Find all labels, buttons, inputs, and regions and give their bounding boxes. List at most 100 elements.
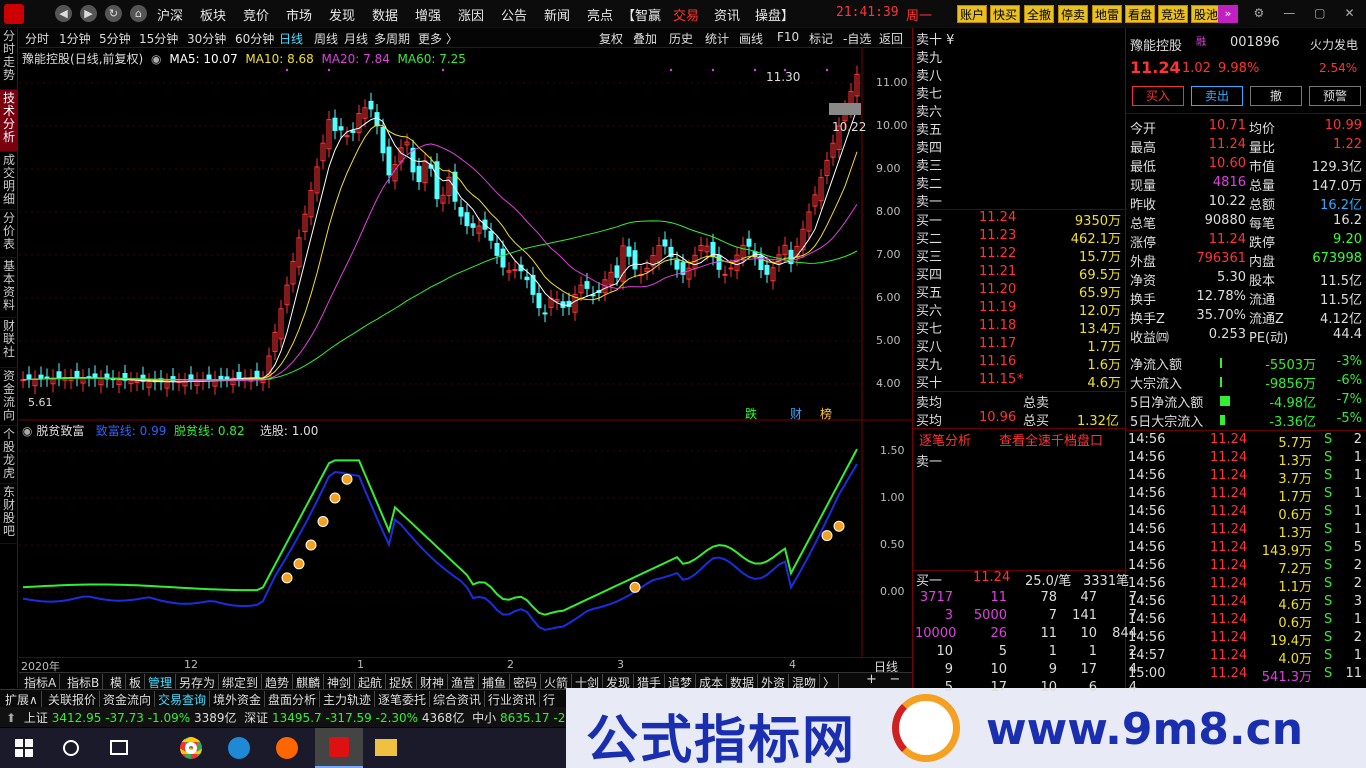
close-icon[interactable]: ✕ [1344,6,1354,22]
menu-item[interactable]: 板块 [200,5,226,24]
chart-tool[interactable]: 复权 [599,30,623,47]
sz-label[interactable]: 深证 [244,711,268,725]
extension-tab[interactable]: 综合资讯 [430,691,486,708]
extension-tab[interactable]: 主力轨迹 [320,691,376,708]
menu-caopan[interactable]: 操盘】 [755,5,794,24]
cancel-button[interactable]: 撤 [1250,86,1302,106]
industry-tag[interactable]: 火力发电 [1310,36,1358,53]
zoom-in-icon[interactable]: + [866,672,877,687]
zoom-out-icon[interactable]: − [889,672,900,687]
buy-level-price[interactable]: 11.21 [979,264,1016,279]
menu-item[interactable]: 新闻 [544,5,570,24]
extension-tab[interactable]: 关联报价 [45,691,101,708]
buy-level-price[interactable]: 11.18 [979,318,1016,333]
more-arrows-button[interactable]: » [1218,5,1238,23]
menu-item[interactable]: 增强 [415,5,441,24]
left-tab[interactable]: 分时走势 [0,28,18,90]
period-tab[interactable]: 60分钟 [235,30,274,47]
tab-tick-analysis[interactable]: 逐笔分析 [919,430,971,449]
preorder-button[interactable]: 预警 [1309,86,1361,106]
chart-tool[interactable]: 统计 [705,30,729,47]
left-tab[interactable]: 个股龙虎 [0,426,18,484]
menu-item[interactable]: 市场 [286,5,312,24]
period-tab[interactable]: 日线 [279,30,303,47]
extension-tab[interactable]: 扩展∧ [2,691,42,708]
extension-tab[interactable]: 行业资讯 [485,691,541,708]
toolbar-button[interactable]: 股池 [1191,5,1222,23]
menu-item[interactable]: 公告 [501,5,527,24]
menu-special[interactable]: 【智赢 [622,5,661,24]
home-icon[interactable]: ⌂ [130,5,147,22]
toolbar-button[interactable]: 快买 [990,5,1021,23]
buy-level-price[interactable]: 11.24 [979,210,1016,225]
extension-tab[interactable]: 盘面分析 [265,691,321,708]
toolbar-button[interactable]: 地雷 [1092,5,1123,23]
tab-full-depth[interactable]: 查看全速千档盘口 [999,430,1103,449]
extension-tab[interactable]: 交易查询 [155,691,211,708]
left-tab[interactable]: 分价表 [0,210,18,258]
buy-level-price[interactable]: 11.17 [979,336,1016,351]
toolbar-button[interactable]: 竞选 [1158,5,1189,23]
edge-icon[interactable] [228,737,250,759]
indicator-name[interactable]: 脱贫致富 [36,424,84,438]
chart-marker[interactable]: 财 [790,405,802,422]
buy-level-price[interactable]: 11.22 [979,246,1016,261]
sell-button[interactable]: 卖出 [1191,86,1243,106]
chart-tool[interactable]: 叠加 [633,30,657,47]
left-tab[interactable]: 基本资料 [0,258,18,318]
extension-tab[interactable]: 资金流向 [100,691,156,708]
left-tab[interactable]: 资金流向 [0,368,18,426]
menu-item[interactable]: 沪深 [157,5,183,24]
period-tab[interactable]: 多周期 [374,30,410,47]
toolbar-button[interactable]: 账户 [957,5,988,23]
period-tab[interactable]: 1分钟 [59,30,91,47]
buy-level-price[interactable]: 11.16 [979,354,1016,369]
zx-label[interactable]: 中小 [472,711,496,725]
sh-label[interactable]: 上证 [24,711,48,725]
menu-item[interactable]: 竞价 [243,5,269,24]
menu-item[interactable]: 亮点 [587,5,613,24]
period-tab[interactable]: 月线 [344,30,368,47]
period-tab[interactable]: 更多 〉 [418,30,458,47]
kline-chart[interactable] [19,48,912,658]
folder-icon[interactable] [375,739,397,756]
search-icon[interactable] [63,740,79,756]
forward-icon[interactable]: ▶ [80,5,97,22]
buy-button[interactable]: 买入 [1132,86,1184,106]
toolbar-button[interactable]: 看盘 [1125,5,1156,23]
menu-item[interactable]: 涨因 [458,5,484,24]
left-tab[interactable]: 东财股吧 [0,484,18,544]
windows-start-icon[interactable] [15,739,33,757]
period-tab[interactable]: 5分钟 [99,30,131,47]
maximize-icon[interactable]: ▢ [1314,6,1325,22]
chart-tool[interactable]: 历史 [669,30,693,47]
period-tab[interactable]: 周线 [314,30,338,47]
buy-level-price[interactable]: 11.19 [979,300,1016,315]
toolbar-button[interactable]: 停卖 [1058,5,1089,23]
refresh-icon[interactable]: ↻ [105,5,122,22]
task-view-icon[interactable] [110,740,128,755]
chart-tool[interactable]: 画线 [739,30,763,47]
chart-tool[interactable]: 返回 [879,30,903,47]
left-tab[interactable]: 成交明细 [0,152,18,210]
chart-marker[interactable]: 跌 [745,405,757,422]
buy-level-price[interactable]: 11.23 [979,228,1016,243]
back-icon[interactable]: ◀ [55,5,72,22]
extension-tab[interactable]: 境外资金 [210,691,266,708]
menu-zixun[interactable]: 资讯 [714,5,740,24]
period-tab[interactable]: 30分钟 [187,30,226,47]
menu-item[interactable]: 发现 [329,5,355,24]
chart-tool[interactable]: F10 [777,30,799,44]
chart-tool[interactable]: -自选 [843,30,871,47]
indicator-settings-icon[interactable]: ◉ [22,424,32,438]
period-tab[interactable]: 分时 [25,30,49,47]
buy-level-price[interactable]: 11.20 [979,282,1016,297]
settings-icon[interactable]: ⚙ [1253,6,1264,22]
chart-tool[interactable]: 标记 [809,30,833,47]
menu-item[interactable]: 数据 [372,5,398,24]
menu-trade[interactable]: 交易 [673,5,699,24]
eastmoney-taskbar-icon[interactable] [315,728,363,768]
chart-marker[interactable]: 榜 [820,405,832,422]
toolbar-button[interactable]: 全撤 [1024,5,1055,23]
left-tab[interactable]: 技术分析 [0,90,18,152]
